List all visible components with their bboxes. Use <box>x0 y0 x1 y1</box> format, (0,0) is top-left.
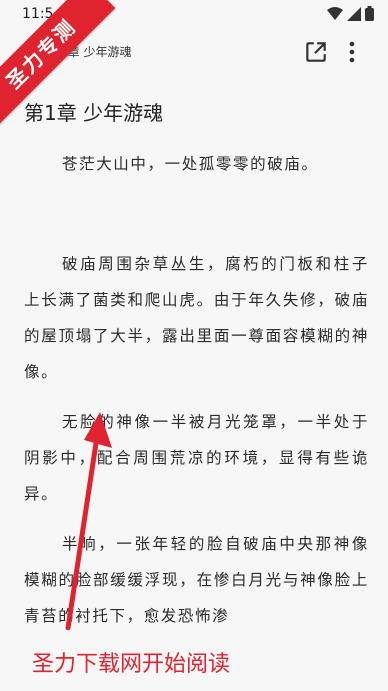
paragraph: 破庙周围杂草丛生，腐朽的门板和柱子上长满了菌类和爬山虎。由于年久失修，破庙的屋顶… <box>24 255 369 381</box>
more-vert-icon <box>349 41 355 63</box>
promo-text: 圣力下载网开始阅读 <box>32 652 231 677</box>
open-external-icon <box>306 42 326 62</box>
battery-icon <box>365 6 374 21</box>
chapter-title: 第1章 少年游魂 <box>24 101 164 125</box>
open-external-button[interactable] <box>303 39 329 65</box>
signal-icon <box>347 6 361 21</box>
wifi-icon <box>327 6 343 20</box>
paragraph: 苍茫大山中，一处孤零零的破庙。 <box>62 155 319 173</box>
status-icons <box>327 6 374 21</box>
arrow-icon <box>65 412 112 630</box>
more-options-button[interactable] <box>342 39 362 65</box>
